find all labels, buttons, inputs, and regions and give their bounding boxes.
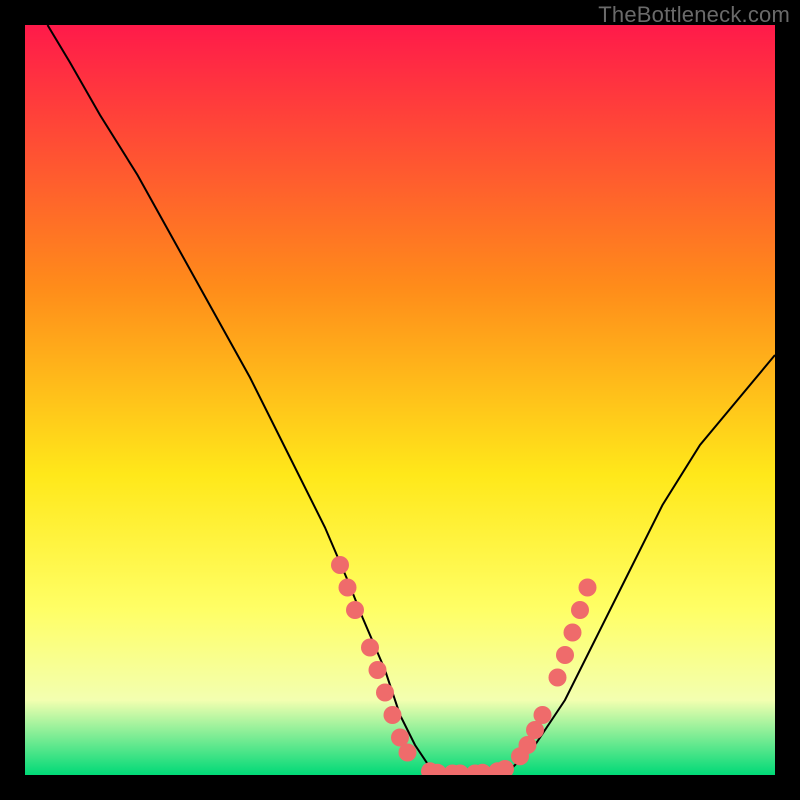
plot-area [25,25,775,775]
data-point [579,579,597,597]
data-point [564,624,582,642]
data-point [534,706,552,724]
data-point [369,661,387,679]
chart-svg [25,25,775,775]
data-point [549,669,567,687]
data-point [346,601,364,619]
data-point [399,744,417,762]
data-point [376,684,394,702]
gradient-background [25,25,775,775]
data-point [384,706,402,724]
data-point [331,556,349,574]
data-point [361,639,379,657]
data-point [339,579,357,597]
data-point [571,601,589,619]
chart-frame: TheBottleneck.com [0,0,800,800]
data-point [556,646,574,664]
